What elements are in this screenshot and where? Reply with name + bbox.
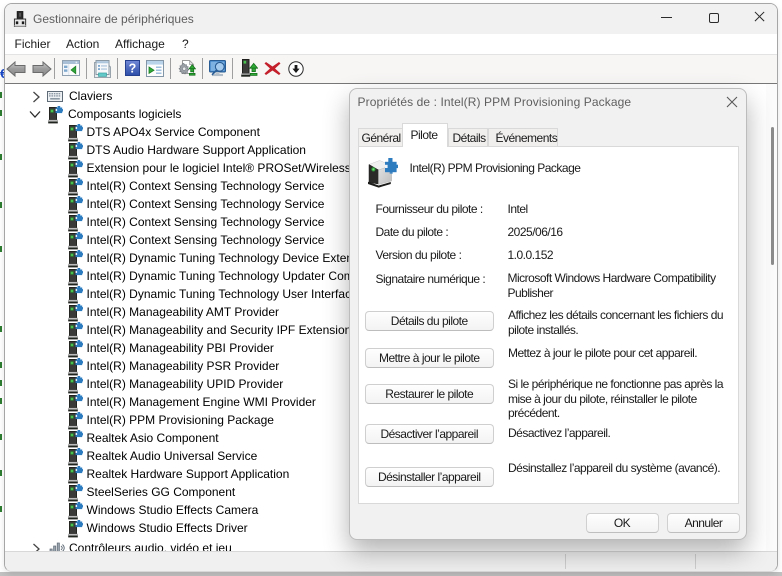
svg-text:?: ? [128,62,136,76]
